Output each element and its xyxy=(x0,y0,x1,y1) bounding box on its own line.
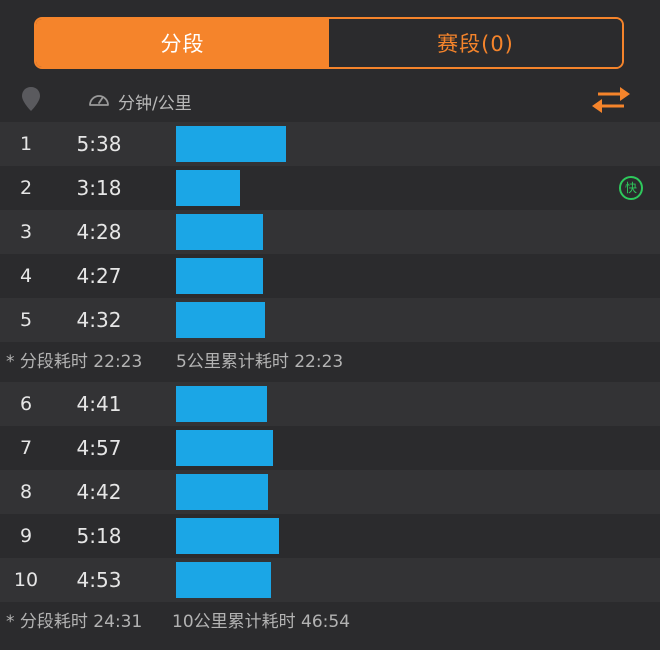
split-km-number: 9 xyxy=(19,525,33,547)
split-pace: 4:28 xyxy=(76,220,122,244)
pace-unit-label: 分钟/公里 xyxy=(118,94,192,114)
pace-bar xyxy=(176,302,265,338)
split-pace: 4:57 xyxy=(76,436,122,460)
split-km-number: 7 xyxy=(19,437,33,459)
pace-bar xyxy=(176,126,286,162)
split-pace: 5:38 xyxy=(76,132,122,156)
split-pace: 4:53 xyxy=(76,568,122,592)
split-pace: 4:41 xyxy=(76,392,122,416)
group-summary: * 分段耗时 22:23 5公里累计耗时 22:23 xyxy=(0,342,660,382)
split-pace: 4:27 xyxy=(76,264,122,288)
split-km-number: 4 xyxy=(19,265,33,287)
pace-bar xyxy=(176,170,240,206)
segment-time: * 分段耗时 22:23 xyxy=(6,352,143,372)
split-pace: 4:42 xyxy=(76,480,122,504)
pace-bar xyxy=(176,258,263,294)
split-km-number: 5 xyxy=(19,309,33,331)
split-row[interactable]: 1 5:38 xyxy=(0,122,660,166)
split-km-number: 1 xyxy=(19,133,33,155)
split-km-number: 2 xyxy=(19,177,33,199)
tab-race[interactable]: 赛段(0) xyxy=(329,19,622,67)
group-summary: * 分段耗时 24:31 10公里累计耗时 46:54 xyxy=(0,602,660,642)
tab-segment[interactable]: 分段 xyxy=(36,19,329,67)
split-row[interactable]: 4 4:27 xyxy=(0,254,660,298)
pace-bar xyxy=(176,386,267,422)
cumulative-time: 10公里累计耗时 46:54 xyxy=(172,612,351,632)
split-km-number: 10 xyxy=(13,569,39,591)
split-pace: 3:18 xyxy=(76,176,122,200)
split-row[interactable]: 10 4:53 xyxy=(0,558,660,602)
split-row[interactable]: 8 4:42 xyxy=(0,470,660,514)
split-km-number: 6 xyxy=(19,393,33,415)
fastest-badge-icon: 快 xyxy=(619,176,643,200)
split-row[interactable]: 7 4:57 xyxy=(0,426,660,470)
split-row[interactable]: 5 4:32 xyxy=(0,298,660,342)
split-km-number: 3 xyxy=(19,221,33,243)
split-row[interactable]: 3 4:28 xyxy=(0,210,660,254)
swap-arrows-icon[interactable] xyxy=(590,86,632,114)
segment-time: * 分段耗时 24:31 xyxy=(6,612,143,632)
pace-bar xyxy=(176,474,268,510)
split-row[interactable]: 9 5:18 xyxy=(0,514,660,558)
splits-screen: 分段 赛段(0) 分钟/公里 1 5:38 2 3:18 快 3 4:28 4 4:27 5 4:3… xyxy=(0,0,660,650)
cumulative-time: 5公里累计耗时 22:23 xyxy=(176,352,344,372)
location-pin-icon xyxy=(22,87,40,111)
split-row[interactable]: 6 4:41 xyxy=(0,382,660,426)
split-pace: 5:18 xyxy=(76,524,122,548)
segment-control: 分段 赛段(0) xyxy=(34,17,624,69)
pace-bar xyxy=(176,430,273,466)
pace-bar xyxy=(176,518,279,554)
pace-bar xyxy=(176,562,271,598)
splits-list: 1 5:38 2 3:18 快 3 4:28 4 4:27 5 4:32 * 分段耗时 22:23 5公… xyxy=(0,122,660,642)
speedometer-icon xyxy=(89,95,109,106)
split-pace: 4:32 xyxy=(76,308,122,332)
split-km-number: 8 xyxy=(19,481,33,503)
column-header: 分钟/公里 xyxy=(0,80,660,120)
pace-bar xyxy=(176,214,263,250)
split-row[interactable]: 2 3:18 快 xyxy=(0,166,660,210)
